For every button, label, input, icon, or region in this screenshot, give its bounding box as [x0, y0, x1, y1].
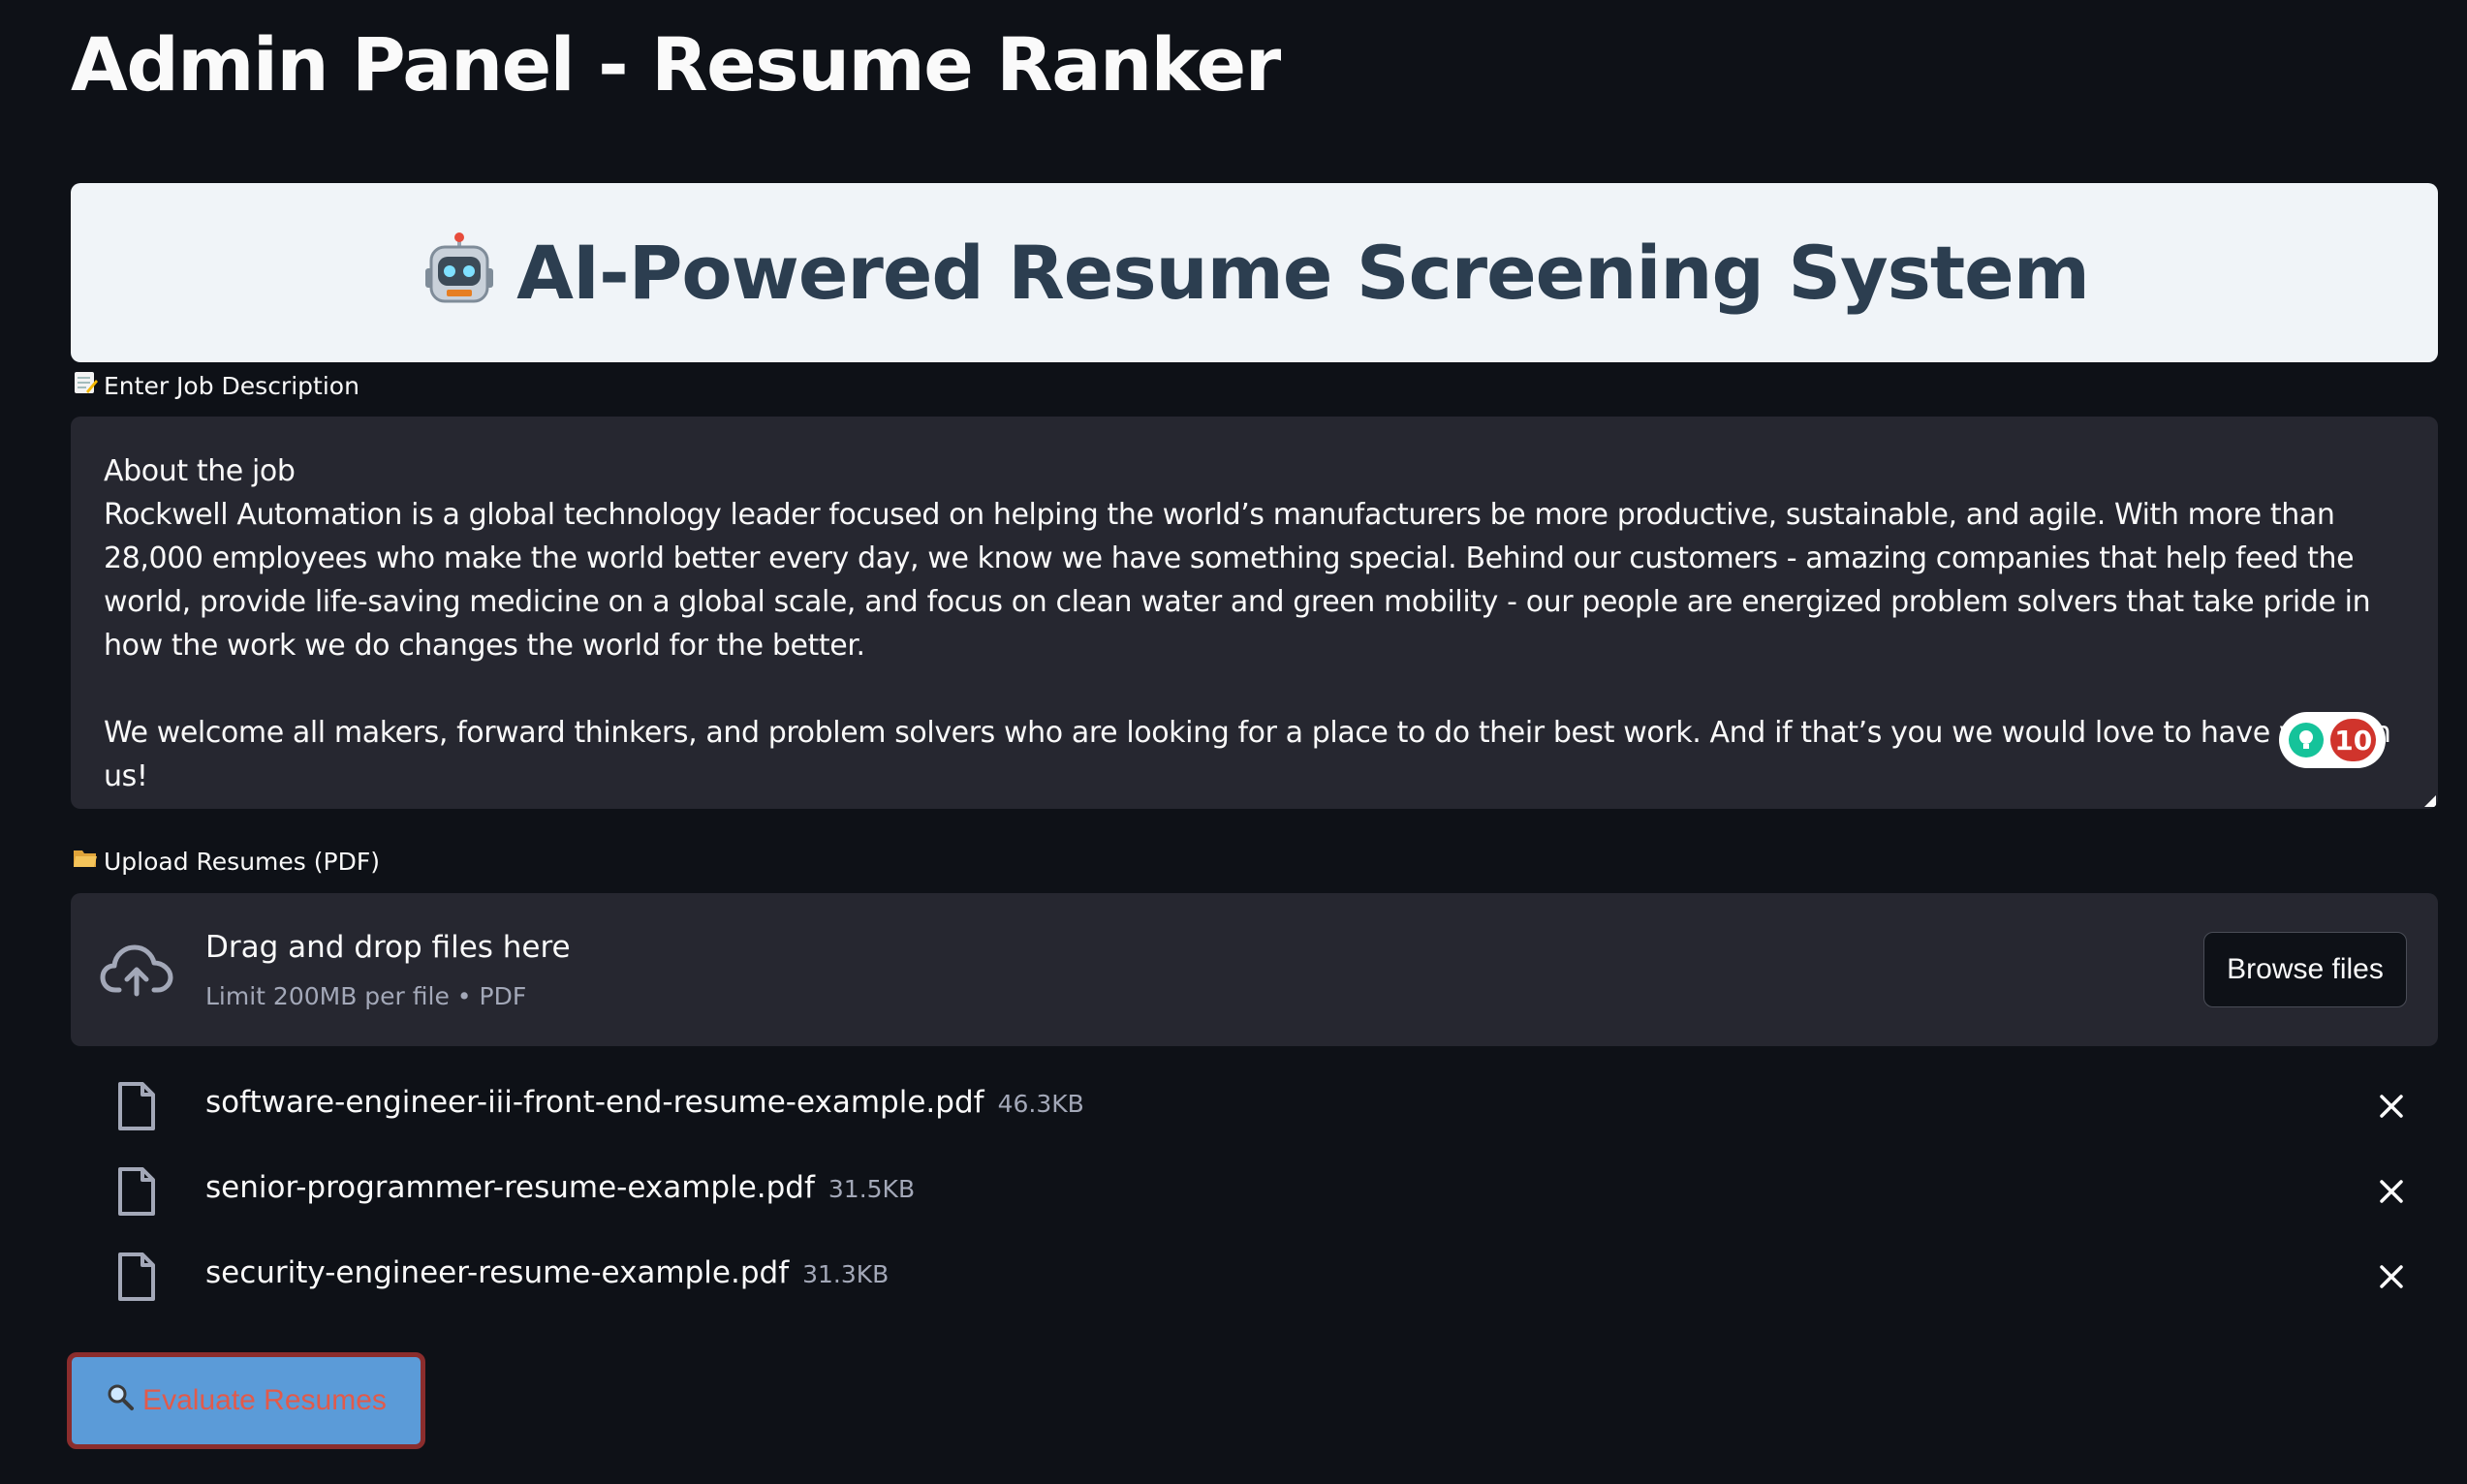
- magnifier-icon: [106, 1382, 135, 1419]
- file-icon: [117, 1081, 156, 1135]
- robot-icon: [420, 232, 499, 315]
- upload-resumes-label-text: Upload Resumes (PDF): [104, 847, 380, 876]
- grammarly-issue-count: 10: [2330, 719, 2377, 761]
- file-icon: [117, 1166, 156, 1221]
- job-description-label: Enter Job Description: [73, 370, 359, 401]
- job-description-label-text: Enter Job Description: [104, 371, 359, 400]
- resize-handle[interactable]: [2424, 795, 2436, 807]
- uploaded-file-row: senior-programmer-resume-example.pdf 31.…: [71, 1149, 2438, 1234]
- file-size: 31.5KB: [828, 1175, 916, 1203]
- file-dropzone[interactable]: Drag and drop files here Limit 200MB per…: [71, 893, 2438, 1046]
- evaluate-resumes-button[interactable]: Evaluate Resumes: [67, 1352, 425, 1449]
- job-description-textarea[interactable]: About the job Rockwell Automation is a g…: [71, 417, 2438, 809]
- evaluate-resumes-label: Evaluate Resumes: [142, 1384, 387, 1416]
- dropzone-title: Drag and drop files here: [205, 930, 571, 965]
- file-size: 31.3KB: [802, 1260, 890, 1288]
- dropzone-subtitle: Limit 200MB per file • PDF: [205, 982, 527, 1010]
- close-icon[interactable]: [2374, 1089, 2409, 1124]
- file-name: senior-programmer-resume-example.pdf: [205, 1170, 815, 1205]
- folder-icon: [73, 847, 98, 876]
- cloud-upload-icon: [100, 942, 173, 1002]
- uploaded-file-row: security-engineer-resume-example.pdf 31.…: [71, 1234, 2438, 1319]
- close-icon[interactable]: [2374, 1174, 2409, 1209]
- file-name: security-engineer-resume-example.pdf: [205, 1255, 790, 1290]
- file-size: 46.3KB: [997, 1090, 1084, 1118]
- file-name: software-engineer-iii-front-end-resume-e…: [205, 1085, 984, 1120]
- job-description-text[interactable]: About the job Rockwell Automation is a g…: [104, 449, 2410, 809]
- page-title: Admin Panel - Resume Ranker: [71, 21, 1281, 108]
- file-icon: [117, 1252, 156, 1306]
- app-page: Admin Panel - Resume Ranker AI-Powered R…: [0, 0, 2467, 1484]
- banner-title: AI-Powered Resume Screening System: [516, 230, 2090, 316]
- browse-files-button[interactable]: Browse files: [2203, 932, 2407, 1007]
- lightbulb-icon: [2288, 723, 2324, 757]
- memo-icon: [73, 370, 98, 401]
- upload-resumes-label: Upload Resumes (PDF): [73, 847, 380, 876]
- grammarly-badge[interactable]: 10: [2279, 712, 2386, 768]
- header-banner: AI-Powered Resume Screening System: [71, 183, 2438, 362]
- close-icon[interactable]: [2374, 1259, 2409, 1294]
- uploaded-file-row: software-engineer-iii-front-end-resume-e…: [71, 1064, 2438, 1149]
